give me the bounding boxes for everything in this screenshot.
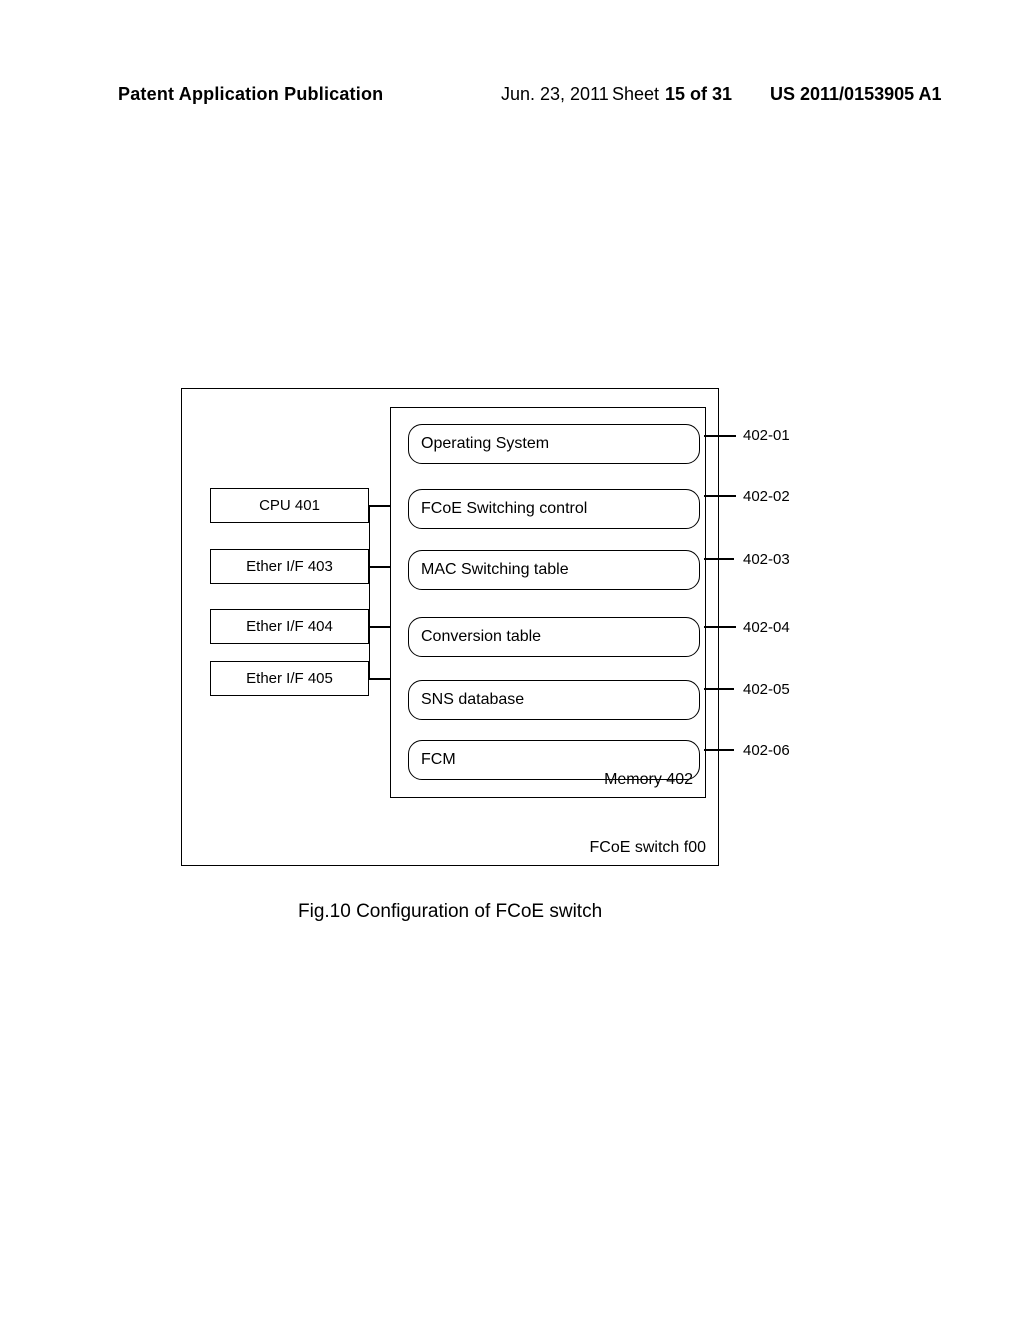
callout-line bbox=[704, 495, 736, 497]
pill-sns-database: SNS database bbox=[408, 680, 700, 720]
bus-line bbox=[369, 678, 390, 680]
pill-mac-switching-table: MAC Switching table bbox=[408, 550, 700, 590]
callout-line bbox=[704, 435, 736, 437]
bus-line bbox=[369, 505, 390, 507]
figure-caption: Fig.10 Configuration of FCoE switch bbox=[298, 901, 602, 923]
callout-line bbox=[704, 688, 734, 690]
pill-fcoe-switching-control: FCoE Switching control bbox=[408, 489, 700, 529]
callout-402-06: 402-06 bbox=[743, 742, 790, 759]
pill-fcm: FCM bbox=[408, 740, 700, 780]
bus-line bbox=[369, 566, 390, 568]
box-ether-if-403: Ether I/F 403 bbox=[210, 549, 369, 584]
header-left: Patent Application Publication bbox=[118, 84, 383, 105]
box-cpu: CPU 401 bbox=[210, 488, 369, 523]
bus-line bbox=[369, 626, 390, 628]
header-sheet: 15 of 31 bbox=[665, 84, 732, 105]
callout-402-04: 402-04 bbox=[743, 619, 790, 636]
bus-vertical-line bbox=[369, 505, 389, 679]
callout-line bbox=[704, 558, 734, 560]
header-date: Jun. 23, 2011 bbox=[501, 84, 609, 105]
page: Patent Application Publication Jun. 23, … bbox=[0, 0, 1024, 1320]
callout-402-05: 402-05 bbox=[743, 681, 790, 698]
callout-line bbox=[704, 626, 736, 628]
pill-conversion-table: Conversion table bbox=[408, 617, 700, 657]
callout-402-02: 402-02 bbox=[743, 488, 790, 505]
header-sheet-prefix: Sheet bbox=[612, 84, 659, 105]
callout-line bbox=[704, 749, 734, 751]
callout-402-01: 402-01 bbox=[743, 427, 790, 444]
box-ether-if-405: Ether I/F 405 bbox=[210, 661, 369, 696]
box-ether-if-404: Ether I/F 404 bbox=[210, 609, 369, 644]
header-pubno: US 2011/0153905 A1 bbox=[770, 84, 941, 105]
callout-402-03: 402-03 bbox=[743, 551, 790, 568]
pill-operating-system: Operating System bbox=[408, 424, 700, 464]
fcoe-switch-label: FCoE switch f00 bbox=[590, 839, 706, 857]
